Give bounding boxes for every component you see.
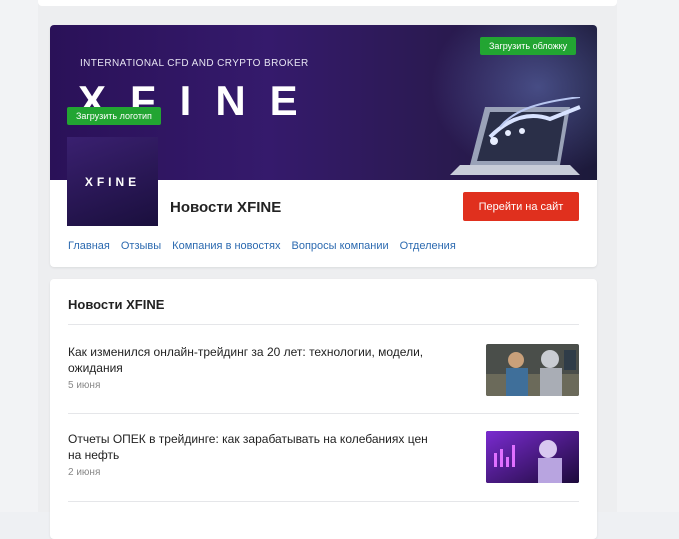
laptop-robot-hand-image xyxy=(450,97,581,175)
company-logo-text: XFINE xyxy=(84,175,141,189)
upload-cover-button[interactable]: Загрузить обложку xyxy=(480,37,577,55)
nav-item-company-in-news[interactable]: Компания в новостях xyxy=(172,240,280,252)
news-item[interactable]: Как изменился онлайн-трейдинг за 20 лет:… xyxy=(68,344,579,414)
left-margin xyxy=(0,0,38,512)
news-divider xyxy=(68,501,579,502)
nav-item-branches[interactable]: Отделения xyxy=(400,240,456,252)
news-headline[interactable]: Отчеты ОПЕК в трейдинге: как зарабатыват… xyxy=(68,431,428,463)
company-card: INTERNATIONAL CFD AND CRYPTO BROKER XFIN… xyxy=(50,25,597,267)
go-to-site-button[interactable]: Перейти на сайт xyxy=(463,192,579,221)
company-logo: XFINE xyxy=(67,137,158,226)
news-card: Новости XFINE Как изменился онлайн-трейд… xyxy=(50,279,597,539)
previous-card-edge xyxy=(38,0,617,6)
news-item[interactable]: Отчеты ОПЕК в трейдинге: как зарабатыват… xyxy=(68,431,579,501)
news-item-text: Отчеты ОПЕК в трейдинге: как зарабатыват… xyxy=(68,431,428,478)
news-date: 5 июня xyxy=(68,380,101,391)
news-date: 2 июня xyxy=(68,467,101,478)
company-nav: Главная Отзывы Компания в новостях Вопро… xyxy=(68,240,456,252)
nav-item-reviews[interactable]: Отзывы xyxy=(121,240,161,252)
news-thumbnail[interactable] xyxy=(486,344,579,396)
news-thumbnail[interactable] xyxy=(486,431,579,483)
news-divider xyxy=(68,413,579,414)
upload-logo-button[interactable]: Загрузить логотип xyxy=(67,107,161,125)
news-section-title: Новости XFINE xyxy=(68,297,165,312)
news-item-text: Как изменился онлайн-трейдинг за 20 лет:… xyxy=(68,344,428,391)
company-title: Новости XFINE xyxy=(170,199,282,216)
right-margin xyxy=(617,0,679,512)
news-divider xyxy=(68,324,579,325)
news-headline[interactable]: Как изменился онлайн-трейдинг за 20 лет:… xyxy=(68,344,428,376)
nav-item-questions[interactable]: Вопросы компании xyxy=(292,240,389,252)
nav-item-home[interactable]: Главная xyxy=(68,240,110,252)
banner-subtitle: INTERNATIONAL CFD AND CRYPTO BROKER xyxy=(80,58,309,69)
